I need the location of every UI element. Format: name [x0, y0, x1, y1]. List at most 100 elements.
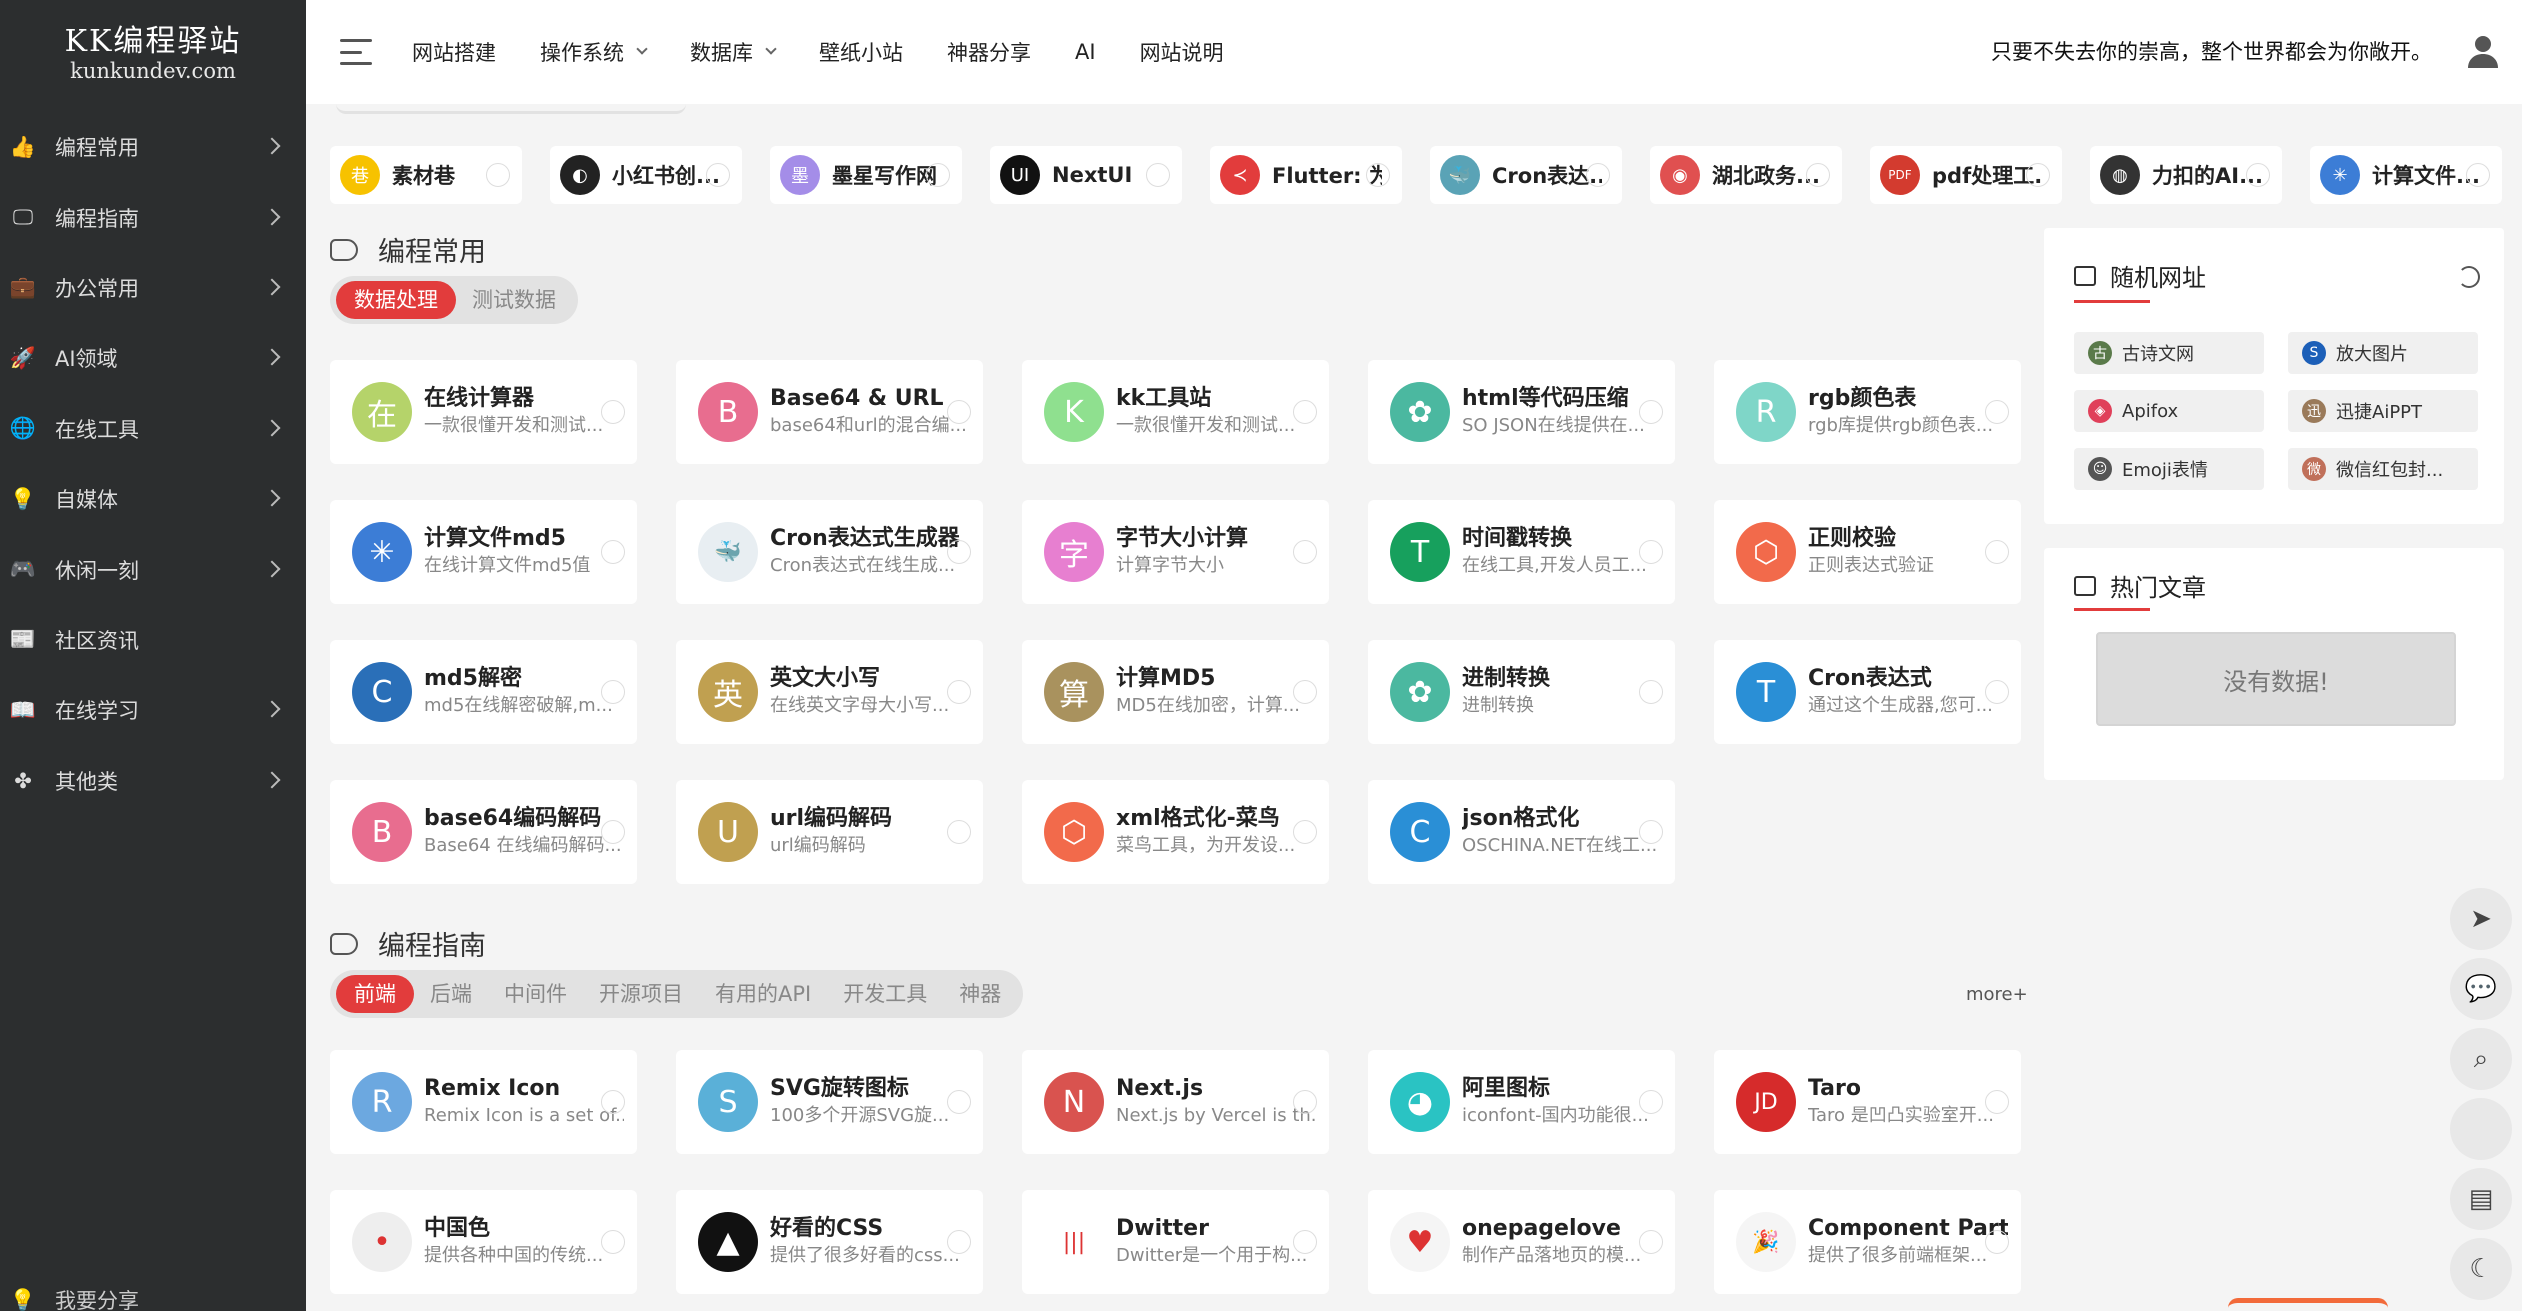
- nav-item-5[interactable]: AI: [1075, 37, 1096, 67]
- tab-1[interactable]: 测试数据: [456, 281, 572, 319]
- site-card[interactable]: ♥ onepagelove 制作产品落地页的模...: [1368, 1190, 1675, 1294]
- sidebar-item-4[interactable]: 🌐 在线工具: [0, 394, 306, 464]
- nav-item-1[interactable]: 操作系统: [540, 37, 648, 67]
- sidebar-item-label: 自媒体: [55, 488, 118, 513]
- user-avatar-icon[interactable]: [2464, 32, 2502, 70]
- nav-item-6[interactable]: 网站说明: [1140, 37, 1224, 67]
- random-site-item[interactable]: ☺ Emoji表情: [2074, 448, 2264, 490]
- random-site-item[interactable]: ◈ Apifox: [2074, 390, 2264, 432]
- site-card[interactable]: T Cron表达式 通过这个生成器,您可...: [1714, 640, 2021, 744]
- site-card[interactable]: 算计算MD5 MD5在线加密，计算...: [1022, 640, 1329, 744]
- site-card[interactable]: Bbase64编码解码 Base64 在线编码解码...: [330, 780, 637, 884]
- site-card[interactable]: Uurl编码解码 url编码解码: [676, 780, 983, 884]
- shortcut-item[interactable]: ✳ 计算文件...: [2310, 146, 2502, 204]
- sidebar-item-6[interactable]: 🎮 休闲一刻: [0, 534, 306, 604]
- share-button[interactable]: 💡 我要分享: [0, 1280, 306, 1311]
- nav-item-3[interactable]: 壁纸小站: [819, 37, 903, 67]
- sidebar-item-2[interactable]: 💼 办公常用: [0, 253, 306, 323]
- card-title: Taro: [1808, 1076, 1861, 1101]
- shortcut-item[interactable]: 🐳 Cron表达...: [1430, 146, 1622, 204]
- site-card[interactable]: ▲ 好看的CSS 提供了很多好看的css...: [676, 1190, 983, 1294]
- sidebar-item-0[interactable]: 👍 编程常用: [0, 112, 306, 182]
- promo-corner[interactable]: [2228, 1298, 2388, 1311]
- site-card[interactable]: ◕ 阿里图标 iconfont-国内功能很...: [1368, 1050, 1675, 1154]
- more-link[interactable]: more+: [1966, 984, 2028, 1005]
- sidebar-item-3[interactable]: 🚀 AI领域: [0, 323, 306, 393]
- site-card[interactable]: ✿ 进制转换 进制转换: [1368, 640, 1675, 744]
- sidebar-item-label: 在线学习: [55, 699, 139, 724]
- shortcut-item[interactable]: 墨墨星写作网: [770, 146, 962, 204]
- card-desc: OSCHINA.NET在线工...: [1462, 835, 1658, 856]
- refresh-icon[interactable]: [2458, 266, 2480, 288]
- site-card[interactable]: • 中国色 提供各种中国的传统...: [330, 1190, 637, 1294]
- site-card[interactable]: B Base64 & URL base64和url的混合编...: [676, 360, 983, 464]
- arrow-right-icon: [601, 680, 625, 704]
- arrow-right-icon: [2466, 163, 2490, 187]
- site-card[interactable]: ||| Dwitter Dwitter是一个用于构...: [1022, 1190, 1329, 1294]
- site-card[interactable]: ✳ 计算文件md5 在线计算文件md5值: [330, 500, 637, 604]
- tab-0[interactable]: 前端: [336, 975, 414, 1013]
- wechat-icon[interactable]: 💬: [2450, 958, 2512, 1020]
- card-desc: Next.js by Vercel is th...: [1116, 1105, 1316, 1126]
- random-site-item[interactable]: 迅迅捷AiPPT: [2288, 390, 2478, 432]
- site-card[interactable]: 字字节大小计算 计算字节大小: [1022, 500, 1329, 604]
- sidebar-item-1[interactable]: 🖵 编程指南: [0, 182, 306, 252]
- nav-item-0[interactable]: 网站搭建: [412, 37, 496, 67]
- site-logo[interactable]: KK编程驿站 kunkundev.com: [0, 0, 306, 112]
- site-card[interactable]: S SVG旋转图标 100多个开源SVG旋...: [676, 1050, 983, 1154]
- shortcut-item[interactable]: UI NextUI: [990, 146, 1182, 204]
- shortcut-item[interactable]: ◉ 湖北政务...: [1650, 146, 1842, 204]
- menu-toggle-icon[interactable]: [340, 39, 372, 65]
- random-site-item[interactable]: 古古诗文网: [2074, 332, 2264, 374]
- site-card[interactable]: JD Taro Taro 是凹凸实验室开...: [1714, 1050, 2021, 1154]
- tab-1[interactable]: 后端: [414, 975, 488, 1013]
- card-desc: 100多个开源SVG旋...: [770, 1105, 950, 1126]
- site-card[interactable]: T 时间戳转换 在线工具,开发人员工...: [1368, 500, 1675, 604]
- card-title: 在线计算器: [424, 386, 535, 411]
- site-card[interactable]: 🎉 Component Party 提供了很多前端框架...: [1714, 1190, 2021, 1294]
- tab-4[interactable]: 有用的API: [699, 975, 827, 1013]
- sidebar-item-7[interactable]: 📰 社区资讯: [0, 605, 306, 675]
- tab-0[interactable]: 数据处理: [336, 281, 456, 319]
- tab-2[interactable]: 中间件: [488, 975, 583, 1013]
- sidebar-item-8[interactable]: 📖 在线学习: [0, 675, 306, 745]
- site-card[interactable]: R Remix Icon Remix Icon is a set of...: [330, 1050, 637, 1154]
- arrow-up-icon[interactable]: ➤: [2450, 888, 2512, 950]
- nav-label: 壁纸小站: [819, 41, 903, 65]
- site-card[interactable]: ⬡ 正则校验 正则表达式验证: [1714, 500, 2021, 604]
- site-logo-icon: ✳: [352, 522, 412, 582]
- bookmark-icon: [330, 932, 358, 955]
- tab-3[interactable]: 开源项目: [583, 975, 699, 1013]
- site-card[interactable]: Rrgb颜色表 rgb库提供rgb颜色表...: [1714, 360, 2021, 464]
- moon-icon[interactable]: ☾: [2450, 1238, 2512, 1300]
- tab-5[interactable]: 开发工具: [827, 975, 943, 1013]
- site-card[interactable]: Cmd5解密 md5在线解密破解,m...: [330, 640, 637, 744]
- shortcut-item[interactable]: PDFpdf处理工...: [1870, 146, 2062, 204]
- card-text: onepagelove 制作产品落地页的模...: [1462, 1215, 1662, 1269]
- nav-item-4[interactable]: 神器分享: [947, 37, 1031, 67]
- random-site-item[interactable]: 微微信红包封...: [2288, 448, 2478, 490]
- site-card[interactable]: ⬡ xml格式化-菜鸟 菜鸟工具，为开发设...: [1022, 780, 1329, 884]
- calendar-icon[interactable]: ▤: [2450, 1168, 2512, 1230]
- site-card[interactable]: Cjson格式化 OSCHINA.NET在线工...: [1368, 780, 1675, 884]
- site-card[interactable]: 🐳 Cron表达式生成器 Cron表达式在线生成...: [676, 500, 983, 604]
- site-card[interactable]: N Next.js Next.js by Vercel is th...: [1022, 1050, 1329, 1154]
- shortcut-item[interactable]: ≺Flutter: 为...: [1210, 146, 1402, 204]
- shortcut-item[interactable]: ◍ 力扣的AI...: [2090, 146, 2282, 204]
- nav-item-2[interactable]: 数据库: [690, 37, 777, 67]
- site-card[interactable]: 英英文大小写 在线英文字母大小写...: [676, 640, 983, 744]
- blank-icon[interactable]: [2450, 1098, 2512, 1160]
- search-icon[interactable]: ⌕: [2450, 1028, 2512, 1090]
- random-site-item[interactable]: S 放大图片: [2288, 332, 2478, 374]
- shortcut-item[interactable]: ◐ 小红书创...: [550, 146, 742, 204]
- site-card[interactable]: ✿ html等代码压缩 SO JSON在线提供在...: [1368, 360, 1675, 464]
- site-card[interactable]: 在在线计算器 一款很懂开发和测试...: [330, 360, 637, 464]
- sidebar-item-9[interactable]: ✤ 其他类: [0, 746, 306, 816]
- card-text: rgb颜色表 rgb库提供rgb颜色表...: [1808, 385, 2008, 439]
- sidebar-item-5[interactable]: 💡 自媒体: [0, 464, 306, 534]
- site-card[interactable]: Kkk工具站 一款很懂开发和测试...: [1022, 360, 1329, 464]
- shortcut-item[interactable]: 巷素材巷: [330, 146, 522, 204]
- nav-label: 数据库: [690, 41, 753, 65]
- tab-6[interactable]: 神器: [943, 975, 1017, 1013]
- arrow-right-icon: [1293, 820, 1317, 844]
